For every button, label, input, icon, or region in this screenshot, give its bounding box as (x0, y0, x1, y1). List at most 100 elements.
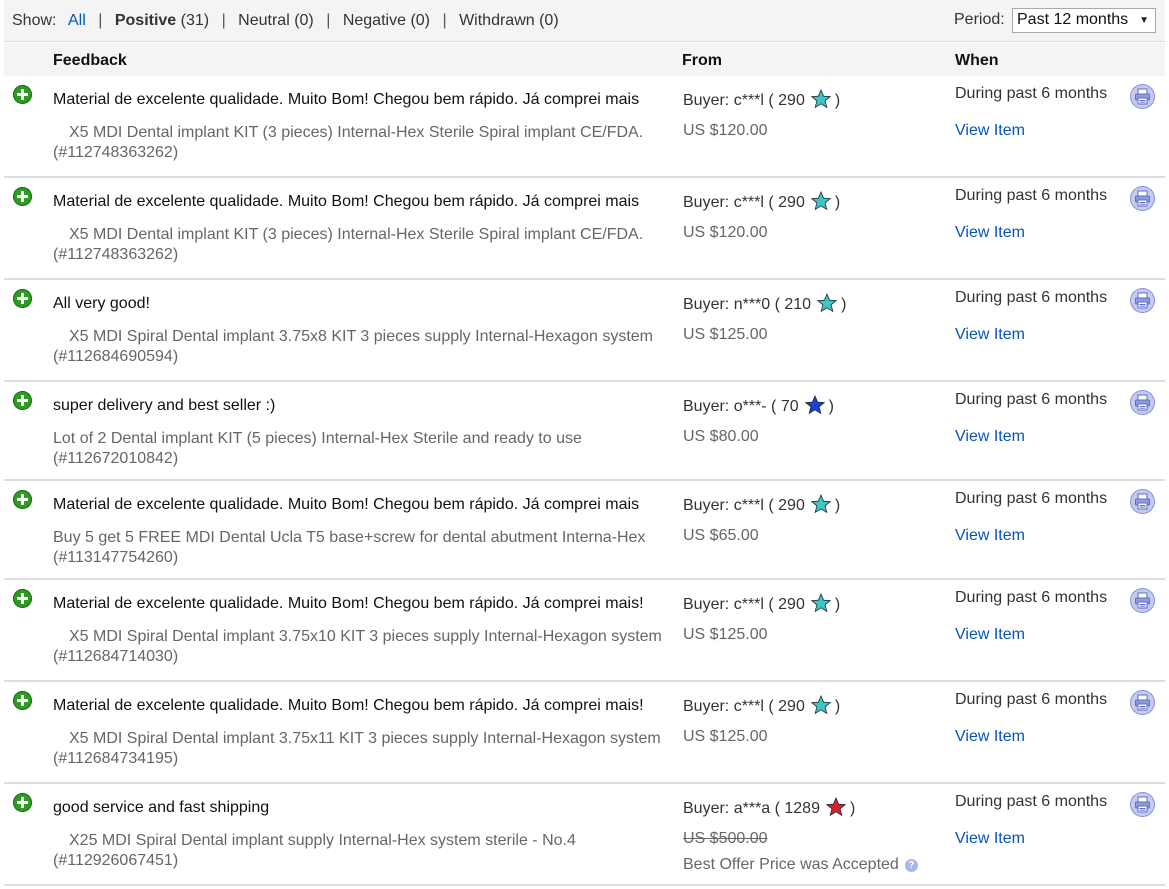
item-price: US $65.00 (683, 527, 759, 544)
help-icon[interactable]: ? (904, 859, 918, 872)
positive-feedback-icon (13, 187, 32, 206)
buyer-id[interactable]: Buyer: c***l ( 290 (683, 194, 805, 211)
view-item-link[interactable]: View Item (955, 428, 1025, 446)
item-number: (#112926067451) (53, 852, 179, 869)
positive-feedback-icon (13, 85, 32, 104)
feedback-star-icon (810, 493, 832, 519)
buyer-id[interactable]: Buyer: o***- ( 70 (683, 398, 799, 415)
filter-negative[interactable]: Negative (0) (343, 12, 430, 29)
item-title: X25 MDI Spiral Dental implant supply Int… (53, 831, 673, 871)
view-item-link[interactable]: View Item (955, 326, 1025, 344)
buyer-info: Buyer: n***0 ( 210) (683, 292, 846, 318)
printer-icon[interactable] (1130, 84, 1155, 109)
filter-bar: Show: All | Positive (31) | Neutral (0) … (4, 0, 1165, 42)
feedback-time: During past 6 months (955, 391, 1108, 408)
buyer-info: Buyer: c***l ( 290) (683, 88, 841, 114)
positive-feedback-icon (13, 691, 32, 710)
item-name: X5 MDI Dental implant KIT (3 pieces) Int… (53, 226, 644, 243)
item-title: X5 MDI Dental implant KIT (3 pieces) Int… (53, 225, 673, 265)
feedback-row: Material de excelente qualidade. Muito B… (4, 580, 1165, 682)
buyer-close-paren: ) (834, 596, 841, 613)
feedback-row: good service and fast shipping X25 MDI S… (4, 784, 1165, 886)
feedback-time: During past 6 months (955, 691, 1108, 708)
item-price: US $120.00 (683, 224, 768, 241)
item-price: US $125.00 (683, 728, 768, 745)
buyer-close-paren: ) (834, 698, 841, 715)
filter-separator: | (98, 12, 103, 29)
item-number: (#112684714030) (53, 648, 179, 665)
feedback-time: During past 6 months (955, 187, 1108, 204)
item-title: X5 MDI Dental implant KIT (3 pieces) Int… (53, 123, 673, 163)
feedback-row: super delivery and best seller :) Lot of … (4, 382, 1165, 481)
feedback-comment: All very good! (53, 295, 150, 312)
positive-feedback-icon (13, 490, 32, 509)
view-item-link[interactable]: View Item (955, 527, 1025, 545)
filter-withdrawn[interactable]: Withdrawn (0) (459, 12, 559, 29)
buyer-close-paren: ) (834, 194, 841, 211)
item-title: Buy 5 get 5 FREE MDI Dental Ucla T5 base… (53, 528, 673, 568)
item-number: (#112672010842) (53, 450, 179, 467)
period-select[interactable]: Past 12 months ▼ (1012, 8, 1156, 33)
item-number: (#112748363262) (53, 246, 179, 263)
buyer-close-paren: ) (828, 398, 834, 415)
feedback-comment: Material de excelente qualidade. Muito B… (53, 496, 640, 513)
feedback-time: During past 6 months (955, 793, 1108, 810)
printer-icon[interactable] (1130, 489, 1155, 514)
filter-separator: | (442, 12, 447, 29)
buyer-id[interactable]: Buyer: c***l ( 290 (683, 698, 805, 715)
buyer-info: Buyer: c***l ( 290) (683, 190, 841, 216)
item-number: (#112748363262) (53, 144, 179, 161)
feedback-star-icon (810, 694, 832, 720)
positive-feedback-icon (13, 391, 32, 410)
buyer-info: Buyer: o***- ( 70) (683, 394, 834, 420)
item-price: US $125.00 (683, 626, 768, 643)
feedback-star-icon (816, 292, 838, 318)
item-price: US $80.00 (683, 428, 759, 445)
buyer-id[interactable]: Buyer: a***a ( 1289 (683, 800, 820, 817)
feedback-comment: Material de excelente qualidade. Muito B… (53, 595, 644, 612)
feedback-comment: super delivery and best seller :) (53, 397, 276, 414)
buyer-id[interactable]: Buyer: c***l ( 290 (683, 92, 805, 109)
buyer-id[interactable]: Buyer: n***0 ( 210 (683, 296, 811, 313)
printer-icon[interactable] (1130, 390, 1155, 415)
view-item-link[interactable]: View Item (955, 122, 1025, 140)
feedback-row: Material de excelente qualidade. Muito B… (4, 76, 1165, 178)
view-item-link[interactable]: View Item (955, 728, 1025, 746)
buyer-close-paren: ) (849, 800, 856, 817)
period-value: Past 12 months (1017, 11, 1129, 28)
printer-icon[interactable] (1130, 288, 1155, 313)
table-header: Feedback From When (4, 43, 1165, 76)
column-header-feedback: Feedback (53, 52, 127, 69)
printer-icon[interactable] (1130, 588, 1155, 613)
feedback-star-icon (810, 190, 832, 216)
period-label: Period: (954, 11, 1005, 28)
item-title: Lot of 2 Dental implant KIT (5 pieces) I… (53, 429, 673, 469)
positive-feedback-icon (13, 793, 32, 812)
filter-neutral[interactable]: Neutral (0) (238, 12, 314, 29)
feedback-comment: Material de excelente qualidade. Muito B… (53, 91, 640, 108)
view-item-link[interactable]: View Item (955, 224, 1025, 242)
feedback-comment: Material de excelente qualidade. Muito B… (53, 193, 640, 210)
item-title: X5 MDI Spiral Dental implant 3.75x11 KIT… (53, 729, 673, 769)
item-name: X5 MDI Spiral Dental implant 3.75x10 KIT… (53, 628, 662, 645)
printer-icon[interactable] (1130, 792, 1155, 817)
feedback-comment: Material de excelente qualidade. Muito B… (53, 697, 644, 714)
item-name: X25 MDI Spiral Dental implant supply Int… (53, 832, 576, 849)
item-price: US $125.00 (683, 326, 768, 343)
item-title: X5 MDI Spiral Dental implant 3.75x10 KIT… (53, 627, 673, 667)
buyer-id[interactable]: Buyer: c***l ( 290 (683, 596, 805, 613)
filter-separator: | (326, 12, 331, 29)
printer-icon[interactable] (1130, 690, 1155, 715)
dropdown-caret-icon: ▼ (1139, 15, 1149, 26)
column-header-from: From (682, 52, 722, 69)
item-name: Buy 5 get 5 FREE MDI Dental Ucla T5 base… (53, 529, 646, 546)
best-offer-note: Best Offer Price was Accepted? (683, 856, 918, 874)
buyer-id[interactable]: Buyer: c***l ( 290 (683, 497, 805, 514)
filter-all-link[interactable]: All (68, 12, 86, 29)
printer-icon[interactable] (1130, 186, 1155, 211)
item-title: X5 MDI Spiral Dental implant 3.75x8 KIT … (53, 327, 673, 367)
item-number: (#113147754260) (53, 549, 179, 566)
view-item-link[interactable]: View Item (955, 626, 1025, 644)
buyer-close-paren: ) (834, 92, 841, 109)
view-item-link[interactable]: View Item (955, 830, 1025, 848)
